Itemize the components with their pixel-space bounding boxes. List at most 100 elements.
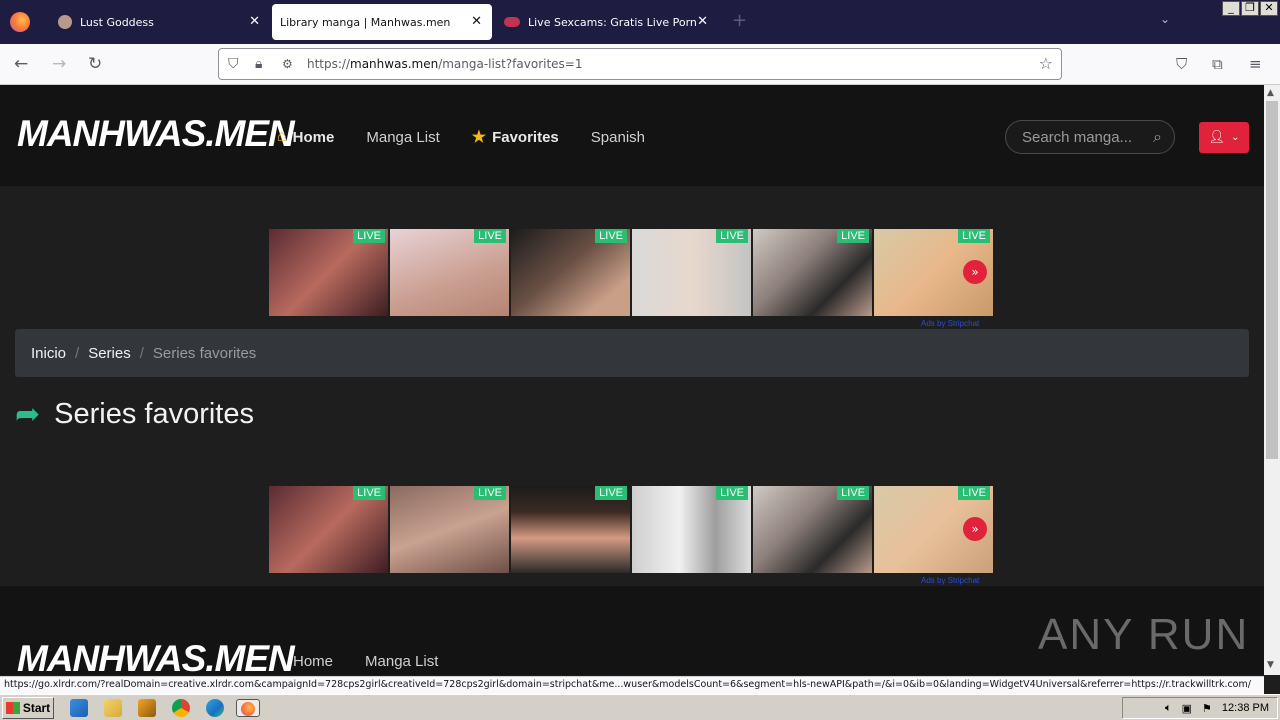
ad-banner-top[interactable]: LIVE LIVE LIVE LIVE LIVE LIVE »: [269, 229, 995, 316]
site-header: MANHWAS.MEN ⌂ Home Manga List ★ Favorite…: [0, 85, 1264, 186]
browser-toolbar: ← → ↻ ⛉ 🔒︎ ⚙ https://manhwas.men/manga-l…: [0, 44, 1280, 85]
tab-live-sexcams[interactable]: Live Sexcams: Gratis Live Porn Cha ✕: [494, 4, 714, 40]
ad-banner-bottom[interactable]: LIVE LIVE LIVE LIVE LIVE LIVE »: [269, 486, 995, 573]
ad-next-icon[interactable]: »: [963, 517, 987, 541]
flag-icon[interactable]: ⚑: [1202, 702, 1212, 715]
breadcrumb-series[interactable]: Series: [88, 345, 131, 362]
extensions-icon[interactable]: ⧉: [1212, 55, 1223, 73]
new-tab-icon[interactable]: +: [732, 10, 747, 31]
network-icon[interactable]: ▣: [1182, 702, 1192, 715]
firefox-taskbar-button[interactable]: [236, 699, 260, 717]
tab-lust-goddess[interactable]: Lust Goddess ✕: [44, 4, 270, 40]
ad-thumbnail[interactable]: LIVE: [269, 486, 388, 573]
ad-thumbnail[interactable]: LIVE: [632, 229, 751, 316]
page-title: ➦ Series favorites: [15, 397, 254, 432]
live-badge: LIVE: [716, 486, 748, 500]
ad-thumbnail[interactable]: LIVE »: [874, 229, 993, 316]
edge-icon[interactable]: [206, 699, 224, 717]
folder-icon[interactable]: [104, 699, 122, 717]
ad-thumbnail[interactable]: LIVE: [753, 486, 872, 573]
scroll-up-icon[interactable]: ▲: [1267, 88, 1274, 98]
scrollbar-thumb[interactable]: [1266, 101, 1278, 459]
ad-thumbnail[interactable]: LIVE: [390, 486, 509, 573]
breadcrumb-current: Series favorites: [152, 344, 257, 362]
volume-icon[interactable]: 🔈︎: [1165, 702, 1172, 715]
breadcrumb-separator: /: [139, 344, 144, 362]
page-viewport: MANHWAS.MEN ⌂ Home Manga List ★ Favorite…: [0, 85, 1264, 675]
ie-icon[interactable]: [70, 699, 88, 717]
forward-icon[interactable]: →: [52, 54, 66, 74]
permissions-icon[interactable]: ⚙: [282, 57, 293, 71]
tab-favicon-icon: [504, 17, 520, 27]
pocket-icon[interactable]: ⛉: [1176, 55, 1187, 73]
ad-thumbnail[interactable]: LIVE »: [874, 486, 993, 573]
footer-link-home[interactable]: Home: [293, 653, 333, 670]
ad-thumbnail[interactable]: LIVE: [390, 229, 509, 316]
star-icon: ★: [471, 129, 487, 146]
home-icon: ⌂: [277, 128, 287, 145]
ad-thumbnail[interactable]: LIVE: [511, 229, 630, 316]
ads-by-link[interactable]: Ads by Stripchat: [921, 319, 979, 328]
search-input[interactable]: Search manga... ⌕: [1005, 120, 1175, 154]
live-badge: LIVE: [474, 486, 506, 500]
reload-icon[interactable]: ↻: [88, 54, 102, 74]
live-badge: LIVE: [474, 229, 506, 243]
live-badge: LIVE: [353, 486, 385, 500]
breadcrumb-separator: /: [75, 344, 80, 362]
firefox-icon[interactable]: [10, 12, 30, 32]
menu-icon[interactable]: ≡: [1249, 55, 1262, 73]
anyrun-watermark: ANY RUN: [1038, 610, 1250, 659]
browser-tab-bar: Lust Goddess ✕ Library manga | Manhwas.m…: [0, 0, 1280, 44]
link-status-bar: https://go.xlrdr.com/?realDomain=creativ…: [0, 676, 1264, 694]
url-text[interactable]: https://manhwas.men/manga-list?favorites…: [307, 57, 583, 71]
search-placeholder: Search manga...: [1022, 129, 1133, 146]
media-player-icon[interactable]: [138, 699, 156, 717]
close-window-icon[interactable]: ✕: [1260, 1, 1278, 16]
nav-manga-list[interactable]: Manga List: [366, 129, 439, 146]
lock-icon[interactable]: 🔒︎: [255, 56, 262, 72]
scroll-down-icon[interactable]: ▼: [1267, 660, 1274, 670]
search-icon[interactable]: ⌕: [1153, 127, 1162, 147]
tab-library-manga[interactable]: Library manga | Manhwas.men ✕: [272, 4, 492, 40]
breadcrumb-inicio[interactable]: Inicio: [31, 345, 66, 362]
bookmark-star-icon[interactable]: ☆: [1039, 54, 1053, 73]
chevron-down-icon: ⌄: [1231, 132, 1240, 143]
user-menu-button[interactable]: 👤︎ ⌄: [1199, 122, 1249, 153]
nav-home[interactable]: ⌂ Home: [277, 128, 334, 146]
site-logo[interactable]: MANHWAS.MEN: [17, 113, 295, 155]
ad-thumbnail[interactable]: LIVE: [753, 229, 872, 316]
chrome-icon[interactable]: [172, 699, 190, 717]
live-badge: LIVE: [958, 229, 990, 243]
start-button[interactable]: Start: [2, 697, 54, 719]
live-badge: LIVE: [353, 229, 385, 243]
ads-by-link[interactable]: Ads by Stripchat: [921, 576, 979, 585]
list-all-tabs-icon[interactable]: ⌄: [1160, 12, 1170, 26]
clock[interactable]: 12:38 PM: [1222, 702, 1269, 714]
ad-next-icon[interactable]: »: [963, 260, 987, 284]
ad-thumbnail[interactable]: LIVE: [269, 229, 388, 316]
share-arrow-icon: ➦: [15, 397, 41, 432]
tracking-protection-icon[interactable]: ⛉: [228, 56, 239, 72]
back-icon[interactable]: ←: [14, 54, 28, 74]
user-icon: 👤︎: [1208, 130, 1226, 145]
ad-thumbnail[interactable]: LIVE: [511, 486, 630, 573]
window-controls: _ ❐ ✕: [1222, 1, 1278, 16]
close-tab-icon[interactable]: ✕: [697, 14, 708, 29]
close-tab-icon[interactable]: ✕: [471, 14, 482, 29]
breadcrumb: Inicio / Series / Series favorites: [15, 329, 1249, 377]
live-badge: LIVE: [595, 486, 627, 500]
footer-logo[interactable]: MANHWAS.MEN: [17, 638, 295, 675]
nav-favorites[interactable]: ★ Favorites: [472, 127, 559, 147]
footer-link-manga-list[interactable]: Manga List: [365, 653, 438, 670]
address-bar[interactable]: ⛉ 🔒︎ ⚙ https://manhwas.men/manga-list?fa…: [218, 48, 1062, 80]
nav-spanish[interactable]: Spanish: [591, 129, 645, 146]
main-nav: ⌂ Home Manga List ★ Favorites Spanish: [277, 127, 677, 147]
ad-thumbnail[interactable]: LIVE: [632, 486, 751, 573]
page-scrollbar[interactable]: ▲ ▼: [1264, 85, 1280, 675]
live-badge: LIVE: [595, 229, 627, 243]
close-tab-icon[interactable]: ✕: [249, 14, 260, 29]
restore-icon[interactable]: ❐: [1241, 1, 1259, 16]
live-badge: LIVE: [837, 486, 869, 500]
live-badge: LIVE: [837, 229, 869, 243]
minimize-icon[interactable]: _: [1222, 1, 1240, 16]
